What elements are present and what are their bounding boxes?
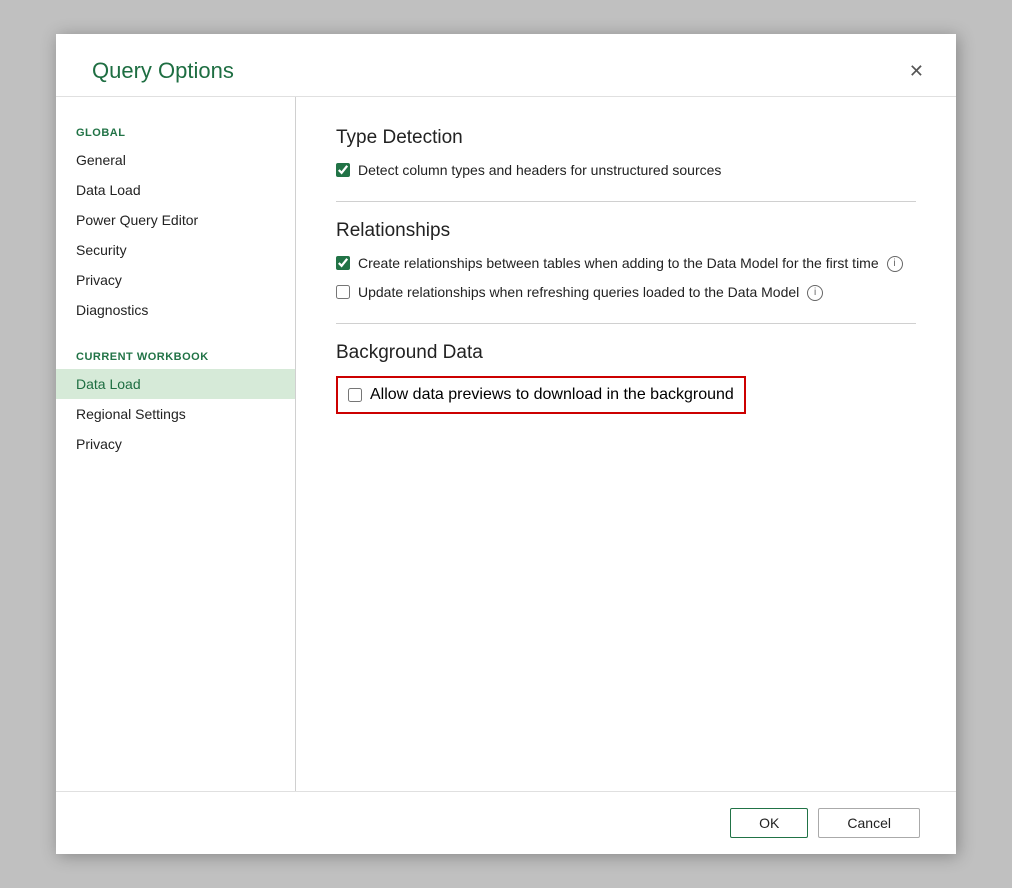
sidebar: GLOBAL General Data Load Power Query Edi… [56,97,296,791]
global-section-label: GLOBAL [56,117,295,145]
sidebar-item-security[interactable]: Security [56,235,295,265]
dialog-footer: OK Cancel [56,791,956,854]
dialog-body: GLOBAL General Data Load Power Query Edi… [56,96,956,791]
create-relationships-label: Create relationships between tables when… [358,254,903,274]
sidebar-item-diagnostics[interactable]: Diagnostics [56,295,295,325]
main-content: Type Detection Detect column types and h… [296,97,956,791]
sidebar-item-wb-regional[interactable]: Regional Settings [56,399,295,429]
divider-2 [336,323,916,324]
sidebar-item-wb-data-load[interactable]: Data Load [56,369,295,399]
sidebar-item-data-load[interactable]: Data Load [56,175,295,205]
cancel-button[interactable]: Cancel [818,808,920,838]
detect-column-types-label[interactable]: Detect column types and headers for unst… [358,161,721,181]
update-relationships-info-icon: i [807,285,823,301]
create-relationships-checkbox[interactable] [336,256,350,270]
relationships-info-icon: i [887,256,903,272]
relationships-title: Relationships [336,220,916,242]
dialog-header: Query Options ✕ [56,34,956,96]
background-data-highlighted-row: Allow data previews to download in the b… [336,376,746,414]
divider-1 [336,201,916,202]
type-detection-checkbox-row: Detect column types and headers for unst… [336,161,916,181]
allow-background-download-label[interactable]: Allow data previews to download in the b… [370,384,734,406]
type-detection-title: Type Detection [336,127,916,149]
sidebar-item-wb-privacy[interactable]: Privacy [56,429,295,459]
ok-button[interactable]: OK [730,808,808,838]
current-workbook-section-label: CURRENT WORKBOOK [56,341,295,369]
update-relationships-label: Update relationships when refreshing que… [358,283,823,303]
query-options-dialog: Query Options ✕ GLOBAL General Data Load… [56,34,956,854]
detect-column-types-checkbox[interactable] [336,163,350,177]
update-relationships-checkbox[interactable] [336,285,350,299]
background-data-title: Background Data [336,342,916,364]
relationships-checkbox-row-2: Update relationships when refreshing que… [336,283,916,303]
sidebar-item-power-query-editor[interactable]: Power Query Editor [56,205,295,235]
close-button[interactable]: ✕ [901,58,932,84]
sidebar-item-privacy[interactable]: Privacy [56,265,295,295]
allow-background-download-checkbox[interactable] [348,388,362,402]
dialog-title: Query Options [92,58,234,84]
relationships-checkbox-row-1: Create relationships between tables when… [336,254,916,274]
sidebar-item-general[interactable]: General [56,145,295,175]
